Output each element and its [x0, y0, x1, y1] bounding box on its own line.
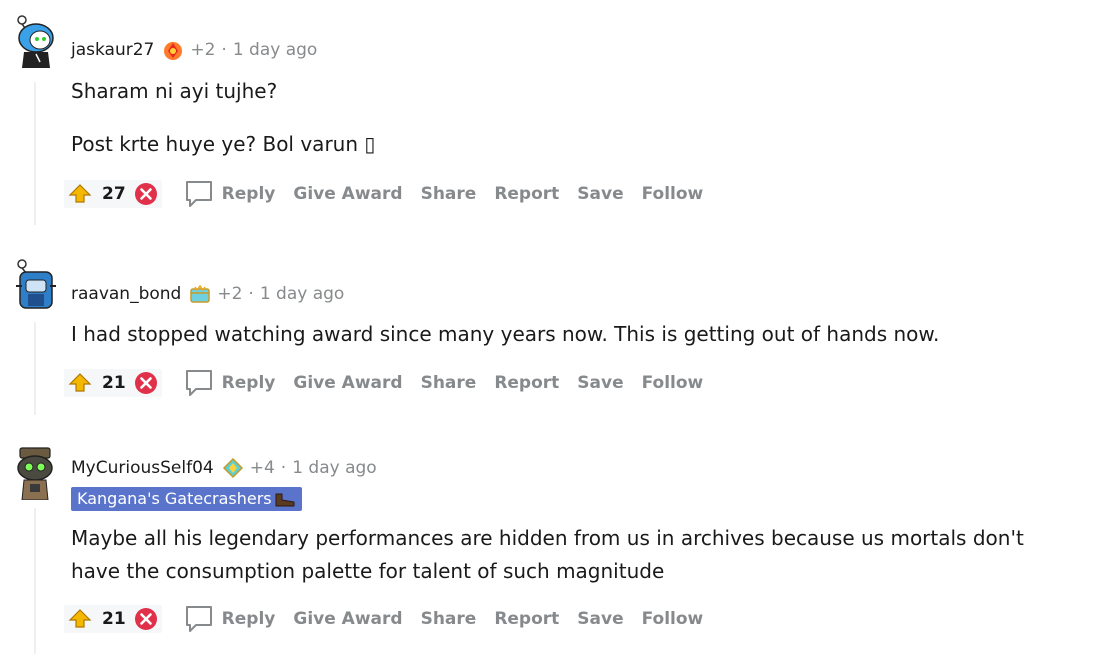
vote-score: 27: [102, 184, 126, 204]
share-button[interactable]: Share: [421, 184, 477, 204]
avatar[interactable]: [14, 14, 58, 68]
vote-box: 21: [64, 369, 162, 397]
separator-dot: ·: [221, 40, 227, 60]
report-button[interactable]: Report: [494, 609, 559, 629]
flair-label: Kangana's Gatecrashers: [77, 489, 272, 508]
follow-button[interactable]: Follow: [642, 609, 704, 629]
downvote-icon[interactable]: [134, 371, 158, 395]
comment-meta: jaskaur27 +2 · 1 day ago: [71, 38, 317, 62]
thread-line[interactable]: [34, 508, 36, 654]
vote-box: 21: [64, 605, 162, 633]
reply-group: Reply Give Award Share Report Save Follo…: [184, 368, 722, 398]
vote-box: 27: [64, 180, 162, 208]
boot-emoji-icon: [275, 493, 295, 507]
comment-actions: 27 Reply Give Award Share Report Save Fo…: [64, 176, 721, 212]
comment-body-line: have the consumption palette for talent …: [71, 559, 665, 583]
comment-actions: 21 Reply Give Award Share Report Save Fo…: [64, 601, 721, 637]
treasure-award-icon[interactable]: [189, 283, 211, 305]
share-button[interactable]: Share: [421, 609, 477, 629]
follow-button[interactable]: Follow: [642, 373, 704, 393]
chat-bubble-icon[interactable]: [184, 179, 214, 209]
give-award-button[interactable]: Give Award: [293, 373, 402, 393]
reply-button[interactable]: Reply: [222, 184, 276, 204]
follow-button[interactable]: Follow: [642, 184, 704, 204]
comment-body-line: Sharam ni ayi tujhe?: [71, 79, 278, 103]
comment-body-line: Maybe all his legendary performances are…: [71, 526, 1024, 550]
reply-button[interactable]: Reply: [222, 373, 276, 393]
save-button[interactable]: Save: [577, 609, 623, 629]
save-button[interactable]: Save: [577, 373, 623, 393]
save-button[interactable]: Save: [577, 184, 623, 204]
timestamp[interactable]: 1 day ago: [292, 458, 377, 478]
fire-gem-award-icon[interactable]: [162, 39, 184, 61]
reply-group: Reply Give Award Share Report Save Follo…: [184, 179, 722, 209]
separator-dot: ·: [280, 458, 287, 478]
downvote-icon[interactable]: [134, 607, 158, 631]
reply-group: Reply Give Award Share Report Save Follo…: [184, 604, 722, 634]
thread-line[interactable]: [34, 322, 36, 415]
user-flair: Kangana's Gatecrashers: [71, 487, 302, 511]
share-button[interactable]: Share: [421, 373, 477, 393]
give-award-button[interactable]: Give Award: [293, 609, 402, 629]
award-count[interactable]: +4: [250, 458, 275, 478]
comment-body-line: I had stopped watching award since many …: [71, 322, 940, 346]
report-button[interactable]: Report: [494, 373, 559, 393]
chat-bubble-icon[interactable]: [184, 604, 214, 634]
give-award-button[interactable]: Give Award: [293, 184, 402, 204]
thread-line[interactable]: [34, 82, 36, 225]
report-button[interactable]: Report: [494, 184, 559, 204]
award-count[interactable]: +2: [190, 40, 215, 60]
comment-meta: MyCuriousSelf04 +4 · 1 day ago: [71, 456, 377, 480]
username[interactable]: MyCuriousSelf04: [71, 458, 214, 478]
avatar[interactable]: [14, 446, 58, 500]
upvote-icon[interactable]: [68, 371, 92, 395]
reply-button[interactable]: Reply: [222, 609, 276, 629]
crystal-award-icon[interactable]: [222, 457, 244, 479]
avatar[interactable]: [14, 258, 58, 312]
award-count[interactable]: +2: [217, 284, 242, 304]
chat-bubble-icon[interactable]: [184, 368, 214, 398]
upvote-icon[interactable]: [68, 607, 92, 631]
comment-body-line: Post krte huye ye? Bol varun ▯: [71, 132, 376, 156]
separator-dot: ·: [248, 284, 254, 304]
username[interactable]: jaskaur27: [71, 40, 154, 60]
downvote-icon[interactable]: [134, 182, 158, 206]
comment-meta: raavan_bond +2 · 1 day ago: [71, 282, 344, 306]
timestamp[interactable]: 1 day ago: [260, 284, 345, 304]
vote-score: 21: [102, 373, 126, 393]
username[interactable]: raavan_bond: [71, 284, 181, 304]
upvote-icon[interactable]: [68, 182, 92, 206]
timestamp[interactable]: 1 day ago: [233, 40, 318, 60]
vote-score: 21: [102, 609, 126, 629]
comment-actions: 21 Reply Give Award Share Report Save Fo…: [64, 365, 721, 401]
